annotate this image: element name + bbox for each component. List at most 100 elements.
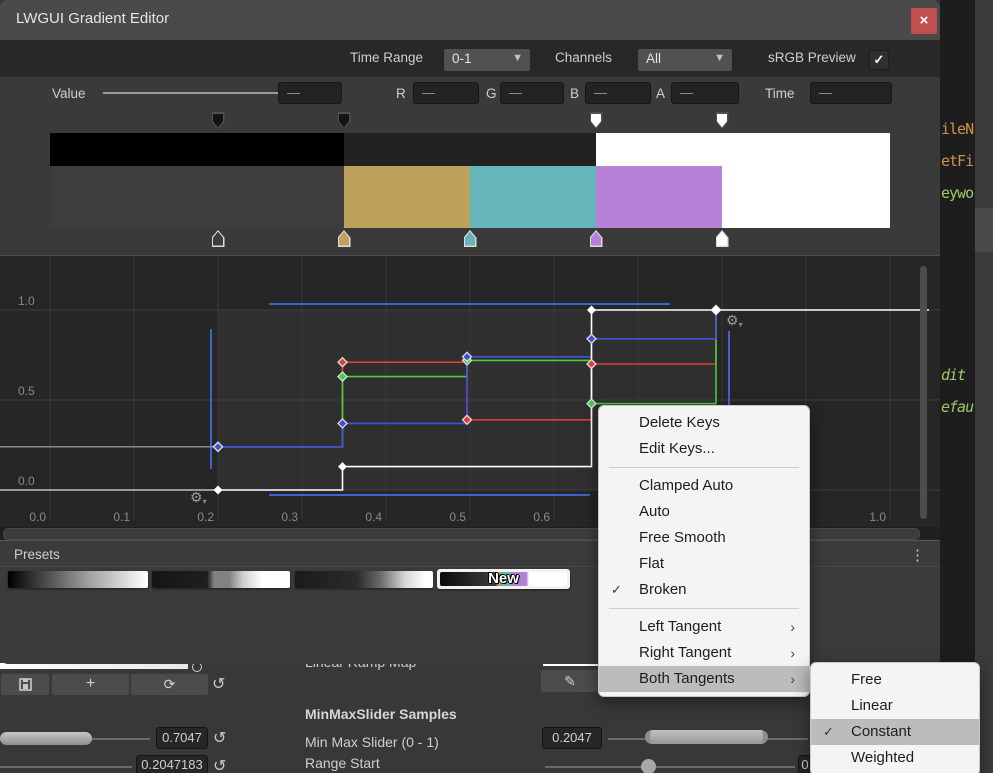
y-axis-tick-label: 0.0 (18, 474, 35, 488)
color-key-marker[interactable] (464, 230, 477, 247)
b-label: B (570, 86, 579, 101)
x-axis-tick-label: 0.0 (12, 510, 46, 524)
menu-item-broken[interactable]: ✓Broken (599, 577, 809, 603)
undo-icon[interactable]: ↺ (212, 674, 225, 694)
color-key-marker[interactable] (590, 230, 603, 247)
color-key-marker[interactable] (338, 230, 351, 247)
alpha-key-marker[interactable] (590, 112, 603, 129)
menu-item-weighted[interactable]: Weighted (811, 745, 979, 771)
r-field[interactable]: — (413, 82, 479, 104)
gear-icon[interactable]: ⚙▾ (190, 490, 207, 509)
gradient-alpha-segment (50, 133, 344, 166)
background-code-editor (940, 0, 993, 773)
code-text-fragment: eywo (941, 184, 973, 202)
alpha-key-marker[interactable] (338, 112, 351, 129)
menu-item-flat[interactable]: Flat (599, 551, 809, 577)
code-text-fragment: etFi (941, 152, 973, 170)
menu-item-clamped-auto[interactable]: Clamped Auto (599, 473, 809, 499)
menu-item-right-tangent[interactable]: Right Tangent› (599, 640, 809, 666)
color-key-fill (213, 232, 223, 246)
slider2-value[interactable]: 0.2047183 (136, 755, 208, 773)
menu-item-auto[interactable]: Auto (599, 499, 809, 525)
color-key-marker[interactable] (716, 230, 729, 247)
time-label: Time (765, 86, 795, 101)
vertical-scrollbar[interactable] (920, 266, 927, 519)
x-axis-tick-label: 0.1 (96, 510, 130, 524)
g-field[interactable]: — (500, 82, 564, 104)
gradient-color-strip (0, 166, 940, 228)
controls-row: Time Range 0-1 ▼ Channels All ▼ sRGB Pre… (0, 40, 940, 77)
menu-item-linear[interactable]: Linear (811, 693, 979, 719)
add-button[interactable]: + (51, 673, 130, 696)
color-key-marker[interactable] (212, 230, 225, 247)
alpha-key-marker[interactable] (716, 112, 729, 129)
alpha-key-fill (591, 114, 601, 128)
x-axis-tick-label: 0.6 (516, 510, 550, 524)
a-field[interactable]: — (671, 82, 739, 104)
floppy-icon (19, 678, 32, 691)
menu-item-left-tangent[interactable]: Left Tangent› (599, 614, 809, 640)
undo-icon[interactable]: ↺ (213, 728, 226, 748)
minmax-title: MinMaxSlider Samples (305, 706, 457, 722)
alpha-key-marker[interactable] (212, 112, 225, 129)
range-start-track[interactable] (545, 766, 795, 768)
minmax-range-handle[interactable] (645, 730, 768, 744)
preset-new-swatch[interactable]: New (437, 569, 570, 589)
gradient-alpha-segment (344, 133, 596, 166)
value-slider[interactable] (103, 92, 302, 94)
alpha-key-fill (213, 114, 223, 128)
chevron-down-icon: ▼ (512, 52, 523, 64)
undo-icon[interactable]: ↺ (213, 756, 226, 773)
slider2-track[interactable] (0, 766, 132, 768)
value-field[interactable]: — (278, 82, 342, 104)
channels-dropdown[interactable]: All ▼ (637, 48, 733, 72)
context-menu: Delete KeysEdit Keys...Clamped AutoAutoF… (598, 405, 810, 697)
srgb-preview-checkbox[interactable]: ✓ (869, 50, 889, 70)
range-start-thumb[interactable] (641, 759, 656, 773)
preset-swatch[interactable] (295, 571, 433, 588)
r-label: R (396, 86, 406, 101)
color-key-fill (339, 232, 349, 246)
menu-item-constant[interactable]: ✓Constant (811, 719, 979, 745)
menu-item-free-smooth[interactable]: Free Smooth (599, 525, 809, 551)
preset-swatch[interactable] (8, 571, 148, 588)
time-field[interactable]: — (810, 82, 892, 104)
menu-item-both-tangents[interactable]: Both Tangents› (599, 666, 809, 692)
code-scrollbar-thumb[interactable] (975, 208, 993, 252)
menu-separator (609, 608, 799, 609)
presets-title: Presets (14, 547, 60, 562)
range-start-label: Range Start (305, 755, 380, 771)
check-icon: ✓ (611, 577, 622, 603)
time-range-dropdown[interactable]: 0-1 ▼ (443, 48, 531, 72)
minmax-value[interactable]: 0.2047 (542, 727, 602, 749)
pencil-icon: ✎ (564, 673, 576, 689)
edit-ramp-button[interactable]: ✎ (540, 669, 600, 693)
refresh-button[interactable]: ⟳ (130, 673, 209, 696)
gear-icon[interactable]: ⚙▾ (726, 313, 743, 332)
check-icon: ✓ (823, 719, 834, 745)
b-field[interactable]: — (585, 82, 651, 104)
preset-swatch[interactable] (152, 571, 290, 588)
g-label: G (486, 86, 497, 101)
channels-label: Channels (555, 50, 612, 65)
x-axis-tick-label: 1.0 (852, 510, 886, 524)
color-key-fill (591, 232, 601, 246)
slider1-handle[interactable] (0, 732, 92, 745)
gradient-color-segment (470, 166, 596, 228)
chevron-down-icon: ▼ (714, 52, 725, 64)
kebab-menu-icon[interactable]: ⋮ (910, 546, 925, 564)
submenu-arrow-icon: › (790, 614, 795, 640)
color-key-fill (465, 232, 475, 246)
submenu-arrow-icon: › (790, 666, 795, 692)
menu-item-delete-keys[interactable]: Delete Keys (599, 410, 809, 436)
refresh-icon: ⟳ (164, 676, 176, 692)
check-icon: ✓ (874, 52, 885, 67)
save-button[interactable] (0, 673, 50, 696)
gradient-section: Value — R — G — B — A — Time — (0, 77, 940, 255)
menu-item-free[interactable]: Free (811, 667, 979, 693)
close-button[interactable]: × (911, 8, 937, 34)
new-preset-label: New (437, 569, 570, 589)
slider1-value[interactable]: 0.7047 (156, 727, 208, 749)
menu-item-edit-keys[interactable]: Edit Keys... (599, 436, 809, 462)
code-text-fragment: ileN (941, 120, 973, 138)
